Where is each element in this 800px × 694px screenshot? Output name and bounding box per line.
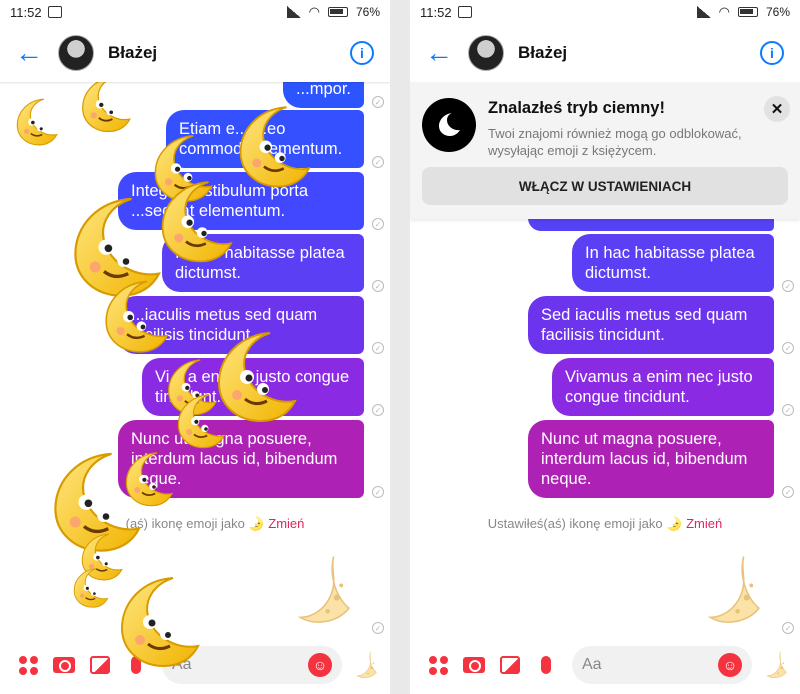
check-icon: ✓ (372, 280, 384, 292)
message-input[interactable]: Aa ☺ (572, 646, 752, 684)
smile-icon[interactable]: ☺ (308, 653, 332, 677)
composer: Aa ☺ (410, 636, 800, 694)
banner-title: Znalazłeś tryb ciemny! (488, 99, 665, 117)
more-dots-icon[interactable] (420, 655, 456, 675)
check-icon: ✓ (372, 404, 384, 416)
phone-screen-right: 11:52 ◠ 76% ← Błażej i Znalazłeś tryb ci… (410, 0, 800, 694)
wifi-icon: ◠ (308, 4, 320, 19)
wifi-icon: ◠ (718, 4, 730, 19)
notification-icon (47, 6, 62, 18)
moon-icon (170, 390, 230, 450)
check-icon: ✓ (782, 622, 794, 634)
check-icon: ✓ (372, 622, 384, 634)
back-arrow-icon[interactable]: ← (410, 37, 468, 69)
avatar[interactable] (468, 35, 504, 71)
phone-screen-left: 11:52 ◠ 76% ← Błażej i ...mpor. ✓ Etiam … (0, 0, 390, 694)
message-bubble[interactable]: Nunc ut magna posuere, interdum lacus id… (528, 420, 774, 498)
message-bubble[interactable]: Vivamus a enim nec justo congue tincidun… (552, 358, 774, 416)
check-icon: ✓ (372, 156, 384, 168)
battery-icon (737, 7, 758, 17)
enable-dark-mode-button[interactable]: WŁĄCZ W USTAWIENIACH (422, 167, 788, 205)
info-icon[interactable]: i (350, 41, 374, 65)
message-text: Sed iaculis metus sed quam facilisis tin… (541, 306, 748, 344)
message-text: Vivamus a enim nec justo congue tincidun… (565, 368, 753, 406)
message-text: ...mpor. (295, 80, 351, 98)
status-time: 11:52 (10, 4, 42, 20)
moon-icon (228, 100, 318, 190)
more-dots-icon[interactable] (10, 655, 46, 675)
check-icon: ✓ (372, 486, 384, 498)
message-text: Nunc ut magna posuere, interdum lacus id… (541, 430, 748, 488)
battery-level: 76% (765, 5, 790, 19)
camera-icon[interactable] (456, 657, 492, 673)
status-bar: 11:52 ◠ 76% (0, 0, 390, 24)
gallery-icon[interactable] (492, 656, 528, 674)
battery-level: 76% (355, 5, 380, 19)
input-placeholder: Aa (582, 656, 602, 673)
change-link[interactable]: Zmień (268, 516, 304, 531)
message-text: In hac habitasse platea dictumst. (585, 244, 755, 282)
camera-icon[interactable] (46, 657, 82, 673)
emoji-change-notice: Ustawiłeś(aś) ikonę emoji jako 🌛 Zmień (410, 516, 800, 532)
moon-icon (422, 98, 476, 152)
back-arrow-icon[interactable]: ← (0, 37, 58, 69)
moon-icon[interactable] (350, 650, 380, 680)
status-time: 11:52 (420, 4, 452, 20)
moon-icon[interactable] (760, 650, 790, 680)
chat-header: ← Błażej i (410, 24, 800, 82)
notification-icon (457, 6, 472, 18)
moon-icon (10, 95, 62, 147)
check-icon: ✓ (372, 218, 384, 230)
message-bubble[interactable]: In hac habitasse platea dictumst. (572, 234, 774, 292)
check-icon: ✓ (782, 342, 794, 354)
check-icon: ✓ (782, 280, 794, 292)
avatar[interactable] (58, 35, 94, 71)
chat-header: ← Błażej i (0, 24, 390, 82)
banner-description: Twoi znajomi również mogą go odblokować,… (488, 126, 742, 158)
status-bar: 11:52 ◠ 76% (410, 0, 800, 24)
check-icon: ✓ (372, 342, 384, 354)
emoji-notice-text: Ustawiłeś(aś) ikonę emoji jako 🌛 (487, 516, 683, 531)
dark-mode-banner: Znalazłeś tryb ciemny! Twoi znajomi równ… (410, 82, 800, 219)
moon-icon (108, 570, 208, 670)
check-icon: ✓ (782, 486, 794, 498)
check-icon: ✓ (372, 96, 384, 108)
moon-icon (95, 275, 175, 355)
mic-icon[interactable] (528, 656, 564, 674)
change-link[interactable]: Zmień (686, 516, 722, 531)
message-bubble[interactable]: Sed iaculis metus sed quam facilisis tin… (528, 296, 774, 354)
moon-icon (282, 552, 358, 628)
close-icon[interactable]: ✕ (764, 96, 790, 122)
info-icon[interactable]: i (760, 41, 784, 65)
contact-name[interactable]: Błażej (518, 43, 567, 63)
moon-icon (68, 565, 112, 609)
contact-name[interactable]: Błażej (108, 43, 157, 63)
check-icon: ✓ (782, 404, 794, 416)
smile-icon[interactable]: ☺ (718, 653, 742, 677)
signal-icon (696, 6, 711, 18)
signal-icon (286, 6, 301, 18)
moon-icon (692, 552, 768, 628)
moon-icon (118, 448, 178, 508)
battery-icon (327, 7, 348, 17)
